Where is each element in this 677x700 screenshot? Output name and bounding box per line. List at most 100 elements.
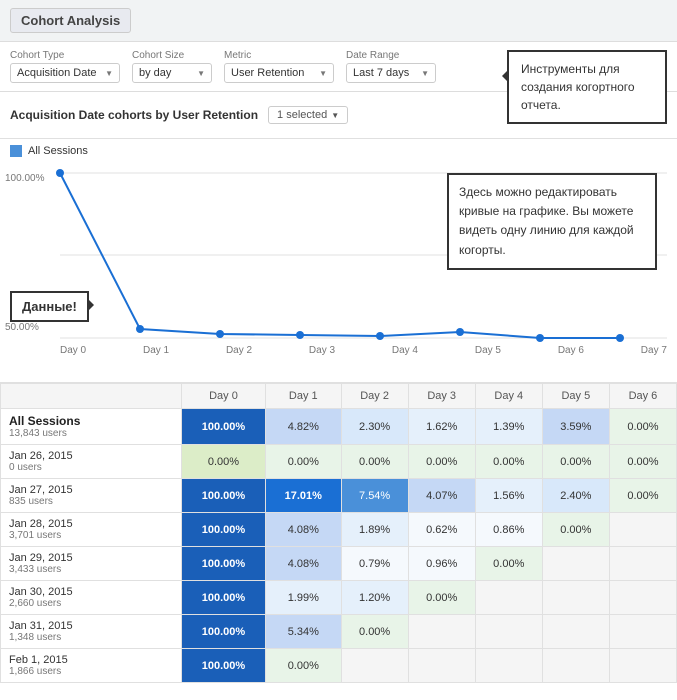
chart-area: 100.00% 50.00% Day 0 Day 1 Day 2 Day 3 D…	[0, 163, 677, 383]
table-cell: 0.00%	[266, 445, 342, 479]
table-cell: 0.00%	[475, 445, 542, 479]
table-cell: 0.00%	[609, 409, 676, 445]
table-cell: 100.00%	[181, 409, 265, 445]
table-cell: 0.00%	[542, 445, 609, 479]
tooltip-graph-text: Здесь можно редактировать кривые на граф…	[459, 185, 634, 257]
y-label-50: 50.00%	[5, 322, 44, 333]
row-label: Jan 27, 2015835 users	[1, 479, 182, 513]
table-cell: 0.00%	[542, 513, 609, 547]
table-cell: 0.96%	[408, 547, 475, 581]
row-label: Feb 1, 20151,866 users	[1, 649, 182, 683]
table-cell: 4.08%	[266, 513, 342, 547]
table-cell: 2.30%	[341, 409, 408, 445]
col-header-day6: Day 6	[609, 384, 676, 409]
table-cell: 5.34%	[266, 615, 342, 649]
table-cell	[408, 649, 475, 683]
date-range-arrow: ▼	[421, 69, 429, 78]
chart-dot-3	[296, 331, 304, 339]
tooltip-data: Данные!	[10, 291, 89, 322]
top-bar: Cohort Analysis	[0, 0, 677, 42]
x-label-5: Day 5	[475, 345, 501, 356]
table-cell: 1.89%	[341, 513, 408, 547]
col-header-day1: Day 1	[266, 384, 342, 409]
date-range-label: Date Range	[346, 50, 436, 61]
x-label-2: Day 2	[226, 345, 252, 356]
cohort-size-select[interactable]: by day ▼	[132, 63, 212, 83]
table-cell: 0.00%	[341, 615, 408, 649]
table-cell	[542, 547, 609, 581]
x-axis: Day 0 Day 1 Day 2 Day 3 Day 4 Day 5 Day …	[60, 341, 667, 356]
table-cell: 100.00%	[181, 479, 265, 513]
metric-select[interactable]: User Retention ▼	[224, 63, 334, 83]
x-label-6: Day 6	[558, 345, 584, 356]
col-header-label	[1, 384, 182, 409]
table-cell: 0.00%	[475, 547, 542, 581]
date-range-select[interactable]: Last 7 days ▼	[346, 63, 436, 83]
chart-dot-6	[536, 334, 544, 342]
table-cell	[609, 649, 676, 683]
chart-dot-0	[56, 169, 64, 177]
table-cell: 0.62%	[408, 513, 475, 547]
metric-control: Metric User Retention ▼	[224, 50, 334, 83]
table-cell: 100.00%	[181, 615, 265, 649]
table-cell	[408, 615, 475, 649]
table-cell: 0.00%	[266, 649, 342, 683]
table-cell: 1.99%	[266, 581, 342, 615]
controls-bar: Cohort Type Acquisition Date ▼ Cohort Si…	[0, 42, 677, 92]
table-row: Jan 26, 20150 users0.00%0.00%0.00%0.00%0…	[1, 445, 677, 479]
table-cell: 100.00%	[181, 547, 265, 581]
metric-value: User Retention	[231, 67, 304, 79]
cohort-size-label: Cohort Size	[132, 50, 212, 61]
tooltip-data-text: Данные!	[22, 299, 77, 314]
table-cell: 4.07%	[408, 479, 475, 513]
col-header-day4: Day 4	[475, 384, 542, 409]
chart-dot-7	[616, 334, 624, 342]
col-header-day5: Day 5	[542, 384, 609, 409]
data-table: Day 0 Day 1 Day 2 Day 3 Day 4 Day 5 Day …	[0, 383, 677, 683]
table-cell: 3.59%	[542, 409, 609, 445]
metric-arrow: ▼	[319, 69, 327, 78]
row-label: Jan 29, 20153,433 users	[1, 547, 182, 581]
table-cell: 100.00%	[181, 581, 265, 615]
table-cell: 0.00%	[609, 445, 676, 479]
legend: All Sessions	[0, 139, 677, 163]
table-cell: 0.00%	[408, 445, 475, 479]
chart-header-title: Acquisition Date cohorts by User Retenti…	[10, 108, 258, 122]
cohort-type-select[interactable]: Acquisition Date ▼	[10, 63, 120, 83]
metric-label: Metric	[224, 50, 334, 61]
chart-dot-4	[376, 332, 384, 340]
table-cell: 0.00%	[609, 479, 676, 513]
table-cell: 4.82%	[266, 409, 342, 445]
chart-dot-2	[216, 330, 224, 338]
table-cell: 100.00%	[181, 649, 265, 683]
chart-dot-1	[136, 325, 144, 333]
x-label-3: Day 3	[309, 345, 335, 356]
selected-value: 1 selected	[277, 109, 327, 121]
date-range-control: Date Range Last 7 days ▼	[346, 50, 436, 83]
row-label: All Sessions13,843 users	[1, 409, 182, 445]
table-cell: 1.62%	[408, 409, 475, 445]
chart-dot-5	[456, 328, 464, 336]
table-cell	[475, 649, 542, 683]
col-header-day0: Day 0	[181, 384, 265, 409]
row-label: Jan 30, 20152,660 users	[1, 581, 182, 615]
col-header-day3: Day 3	[408, 384, 475, 409]
table-cell	[542, 649, 609, 683]
table-row: Jan 30, 20152,660 users100.00%1.99%1.20%…	[1, 581, 677, 615]
table-row: Jan 28, 20153,701 users100.00%4.08%1.89%…	[1, 513, 677, 547]
selected-badge[interactable]: 1 selected ▼	[268, 106, 348, 124]
table-cell: 1.56%	[475, 479, 542, 513]
table-cell: 1.39%	[475, 409, 542, 445]
col-header-day2: Day 2	[341, 384, 408, 409]
table-cell: 7.54%	[341, 479, 408, 513]
table-cell	[609, 513, 676, 547]
legend-color-box	[10, 145, 22, 157]
table-row: Feb 1, 20151,866 users100.00%0.00%	[1, 649, 677, 683]
row-label: Jan 31, 20151,348 users	[1, 615, 182, 649]
cohort-type-label: Cohort Type	[10, 50, 120, 61]
x-label-1: Day 1	[143, 345, 169, 356]
tooltip-tools-text: Инструменты для создания когортного отче…	[521, 62, 635, 112]
tooltip-tools: Инструменты для создания когортного отче…	[507, 50, 667, 124]
x-label-7: Day 7	[641, 345, 667, 356]
app-title: Cohort Analysis	[10, 8, 131, 33]
